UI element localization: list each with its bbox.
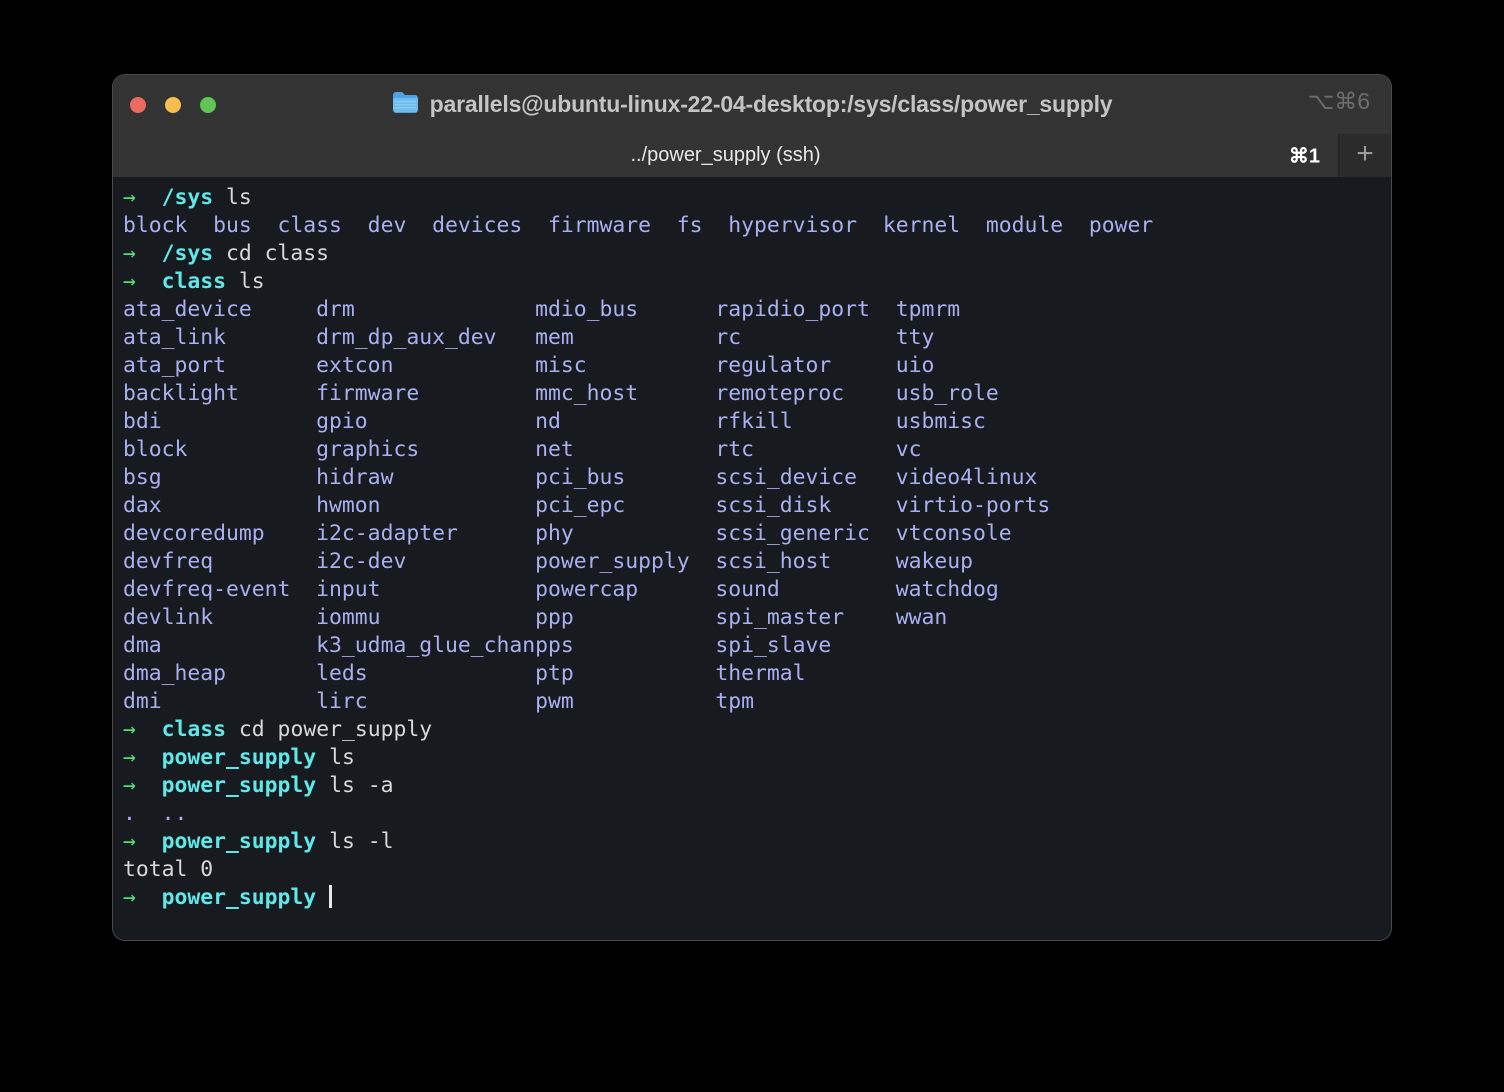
prompt-path: power_supply bbox=[162, 885, 317, 910]
close-button[interactable] bbox=[130, 97, 146, 113]
window-titlebar[interactable]: parallels@ubuntu-linux-22-04-desktop:/sy… bbox=[113, 75, 1391, 134]
terminal-listing-row: dax hwmon pci_epc scsi_disk virtio-ports bbox=[123, 492, 1391, 520]
tab-power-supply[interactable]: ../power_supply (ssh) ⌘1 bbox=[113, 134, 1338, 177]
terminal-window: parallels@ubuntu-linux-22-04-desktop:/sy… bbox=[113, 75, 1391, 940]
tab-label: ../power_supply (ssh) bbox=[630, 144, 820, 167]
prompt-path: /sys bbox=[162, 185, 214, 210]
prompt-path: power_supply bbox=[162, 773, 317, 798]
folder-icon bbox=[392, 91, 419, 118]
terminal-listing-row: dma_heap leds ptp thermal bbox=[123, 660, 1391, 688]
window-shortcut-hint: ⌥⌘6 bbox=[1308, 88, 1370, 115]
prompt-arrow-icon: → bbox=[123, 185, 162, 210]
terminal-prompt-line: → power_supply ls -a bbox=[123, 772, 1391, 800]
directory-entries: ata_link drm_dp_aux_dev mem rc tty bbox=[123, 324, 1391, 352]
new-tab-button[interactable]: + bbox=[1338, 134, 1391, 177]
prompt-arrow-icon: → bbox=[123, 269, 162, 294]
directory-entries: backlight firmware mmc_host remoteproc u… bbox=[123, 380, 1391, 408]
terminal-listing-row: backlight firmware mmc_host remoteproc u… bbox=[123, 380, 1391, 408]
directory-entries: devfreq-event input powercap sound watch… bbox=[123, 576, 1391, 604]
terminal-listing-row: dma k3_udma_glue_chanpps spi_slave bbox=[123, 632, 1391, 660]
directory-entries: dma_heap leds ptp thermal bbox=[123, 660, 1391, 688]
window-title-group: parallels@ubuntu-linux-22-04-desktop:/sy… bbox=[113, 75, 1391, 134]
terminal-prompt-line: → power_supply ls -l bbox=[123, 828, 1391, 856]
tab-bar: ../power_supply (ssh) ⌘1 + bbox=[113, 134, 1391, 177]
terminal-prompt-line: → power_supply bbox=[123, 884, 1391, 912]
zoom-button[interactable] bbox=[200, 97, 216, 113]
prompt-arrow-icon: → bbox=[123, 241, 162, 266]
window-controls bbox=[130, 75, 216, 134]
terminal-prompt-line: → power_supply ls bbox=[123, 744, 1391, 772]
terminal-output-line: block bus class dev devices firmware fs … bbox=[123, 212, 1391, 240]
terminal-listing-row: devfreq i2c-dev power_supply scsi_host w… bbox=[123, 548, 1391, 576]
prompt-command: ls bbox=[213, 185, 252, 210]
terminal-prompt-line: → class cd power_supply bbox=[123, 716, 1391, 744]
prompt-path: class bbox=[162, 717, 226, 742]
terminal-prompt-line: → /sys ls bbox=[123, 184, 1391, 212]
terminal-output[interactable]: → /sys lsblock bus class dev devices fir… bbox=[113, 177, 1391, 940]
directory-entries: bsg hidraw pci_bus scsi_device video4lin… bbox=[123, 464, 1391, 492]
window-title: parallels@ubuntu-linux-22-04-desktop:/sy… bbox=[430, 91, 1113, 118]
directory-entries: dax hwmon pci_epc scsi_disk virtio-ports bbox=[123, 492, 1391, 520]
prompt-arrow-icon: → bbox=[123, 717, 162, 742]
terminal-output-line: total 0 bbox=[123, 856, 1391, 884]
directory-entries: devcoredump i2c-adapter phy scsi_generic… bbox=[123, 520, 1391, 548]
prompt-arrow-icon: → bbox=[123, 745, 162, 770]
terminal-output-text: block bus class dev devices firmware fs … bbox=[123, 213, 1153, 238]
directory-entries: bdi gpio nd rfkill usbmisc bbox=[123, 408, 1391, 436]
prompt-command: ls -a bbox=[316, 773, 393, 798]
directory-entries: dma k3_udma_glue_chanpps spi_slave bbox=[123, 632, 1391, 660]
prompt-path: power_supply bbox=[162, 829, 317, 854]
tab-shortcut-hint: ⌘1 bbox=[1289, 143, 1320, 168]
prompt-command: ls bbox=[316, 745, 355, 770]
prompt-path: /sys bbox=[162, 241, 214, 266]
prompt-arrow-icon: → bbox=[123, 829, 162, 854]
prompt-arrow-icon: → bbox=[123, 773, 162, 798]
terminal-listing-row: block graphics net rtc vc bbox=[123, 436, 1391, 464]
terminal-prompt-line: → /sys cd class bbox=[123, 240, 1391, 268]
directory-entries: ata_device drm mdio_bus rapidio_port tpm… bbox=[123, 296, 1391, 324]
prompt-command: ls bbox=[226, 269, 265, 294]
directory-entries: devlink iommu ppp spi_master wwan bbox=[123, 604, 1391, 632]
terminal-output-line: . .. bbox=[123, 800, 1391, 828]
terminal-listing-row: devlink iommu ppp spi_master wwan bbox=[123, 604, 1391, 632]
directory-entries: ata_port extcon misc regulator uio bbox=[123, 352, 1391, 380]
prompt-path: power_supply bbox=[162, 745, 317, 770]
prompt-command: cd class bbox=[213, 241, 329, 266]
terminal-output-text: total 0 bbox=[123, 857, 213, 882]
terminal-listing-row: ata_device drm mdio_bus rapidio_port tpm… bbox=[123, 296, 1391, 324]
terminal-cursor bbox=[329, 885, 332, 908]
terminal-listing-row: bdi gpio nd rfkill usbmisc bbox=[123, 408, 1391, 436]
terminal-listing-row: devfreq-event input powercap sound watch… bbox=[123, 576, 1391, 604]
terminal-listing-row: devcoredump i2c-adapter phy scsi_generic… bbox=[123, 520, 1391, 548]
prompt-command bbox=[316, 885, 329, 910]
prompt-command: ls -l bbox=[316, 829, 393, 854]
terminal-output-text: . .. bbox=[123, 801, 187, 826]
minimize-button[interactable] bbox=[165, 97, 181, 113]
terminal-listing-row: ata_link drm_dp_aux_dev mem rc tty bbox=[123, 324, 1391, 352]
terminal-listing-row: ata_port extcon misc regulator uio bbox=[123, 352, 1391, 380]
prompt-arrow-icon: → bbox=[123, 885, 162, 910]
terminal-listing-row: bsg hidraw pci_bus scsi_device video4lin… bbox=[123, 464, 1391, 492]
prompt-command: cd power_supply bbox=[226, 717, 432, 742]
directory-entries: block graphics net rtc vc bbox=[123, 436, 1391, 464]
prompt-path: class bbox=[162, 269, 226, 294]
terminal-listing-row: dmi lirc pwm tpm bbox=[123, 688, 1391, 716]
directory-entries: dmi lirc pwm tpm bbox=[123, 688, 1391, 716]
terminal-prompt-line: → class ls bbox=[123, 268, 1391, 296]
directory-entries: devfreq i2c-dev power_supply scsi_host w… bbox=[123, 548, 1391, 576]
